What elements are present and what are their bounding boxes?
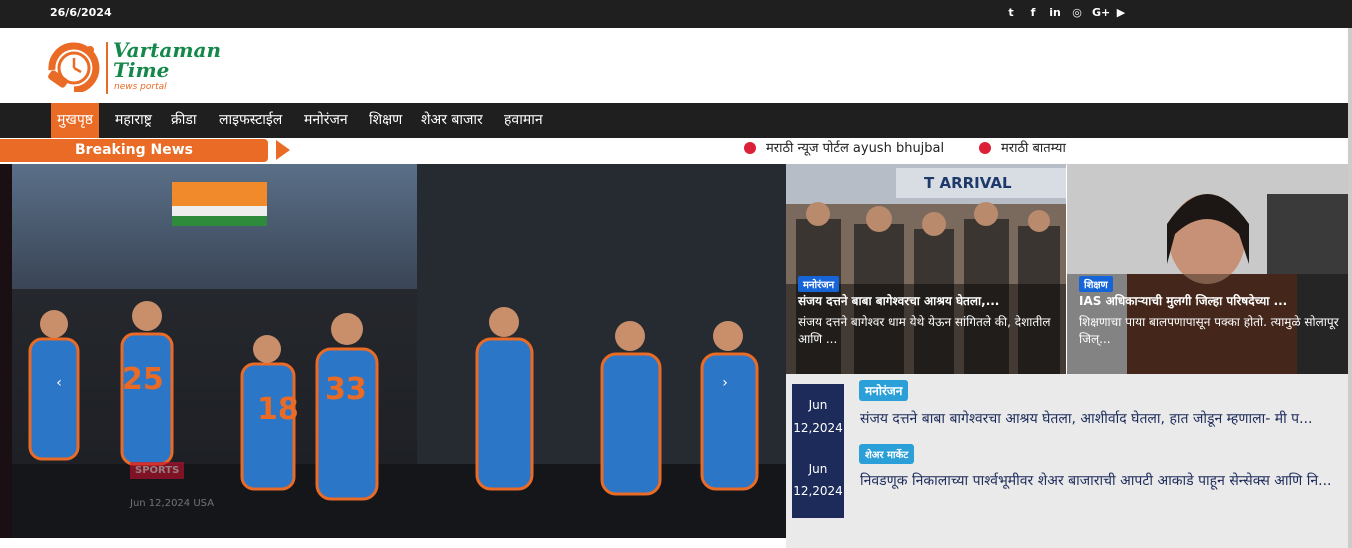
nav-item-maharashtra[interactable]: महाराष्ट्र — [109, 103, 158, 138]
card-title[interactable]: IAS अधिकाऱ्याची मुलगी जिल्हा परिषदेच्या … — [1079, 292, 1287, 309]
instagram-icon[interactable]: ◎ — [1070, 5, 1084, 21]
main-nav: मुखपृष्ठ महाराष्ट्र क्रीडा लाइफस्टाईल मन… — [0, 103, 1348, 138]
list-item-title[interactable]: संजय दत्तने बाबा बागेश्वरचा आश्रय घेतला,… — [860, 408, 1344, 430]
breaking-arrow-icon — [276, 140, 290, 160]
slider-image[interactable]: 25 18 33 — [12, 164, 786, 538]
svg-text:25: 25 — [122, 362, 164, 397]
ticker-item[interactable]: मराठी बातम्या — [979, 140, 1066, 164]
list-item-title[interactable]: निवडणूक निकालाच्या पार्श्वभूमीवर शेअर बा… — [860, 470, 1344, 492]
svg-text:18: 18 — [257, 392, 299, 427]
ticker-item-text[interactable]: मराठी बातम्या — [1001, 141, 1066, 156]
top-bar: 26/6/2024 t f in ◎ G+ ▶ — [0, 0, 1352, 28]
date-column: Jun 12,2024 Jun 12,2024 — [792, 384, 844, 518]
slider-next-button[interactable]: › — [716, 370, 734, 396]
card-category-tag[interactable]: शिक्षण — [1079, 276, 1113, 292]
current-date: 26/6/2024 — [50, 6, 112, 19]
slider-prev-button[interactable]: ‹ — [50, 370, 68, 396]
nav-item-weather[interactable]: हवामान — [498, 103, 549, 138]
twitter-icon[interactable]: t — [1004, 5, 1018, 21]
list-category-tag[interactable]: शेअर मार्केट — [859, 444, 915, 464]
youtube-icon[interactable]: ▶ — [1114, 5, 1128, 21]
social-links: t f in ◎ G+ ▶ — [1004, 5, 1128, 21]
svg-text:T ARRIVAL: T ARRIVAL — [924, 174, 1012, 192]
logo-tagline: news portal — [114, 82, 167, 92]
nav-item-home[interactable]: मुखपृष्ठ — [51, 103, 100, 138]
nav-item-education[interactable]: शिक्षण — [363, 103, 408, 138]
slider-edge — [0, 164, 12, 538]
ticker-item[interactable]: मराठी न्यूज पोर्टल ayush bhujbal — [744, 140, 944, 164]
slider-meta: Jun 12,2024 USA — [130, 498, 215, 509]
ticker-item-text[interactable]: मराठी न्यूज पोर्टल ayush bhujbal — [766, 141, 944, 156]
nav-item-lifestyle[interactable]: लाइफस्टाईल — [213, 103, 288, 138]
breaking-news-label: Breaking News — [0, 139, 268, 162]
card-excerpt: संजय दत्तने बागेश्वर धाम येथे येऊन सांगि… — [798, 315, 1051, 346]
card-excerpt: शिक्षणाचा पाया बालपणापासून पक्का होतो. त… — [1079, 315, 1339, 346]
facebook-icon[interactable]: f — [1026, 5, 1040, 21]
list-category-tag[interactable]: मनोरंजन — [859, 380, 909, 401]
news-card[interactable]: शिक्षण IAS अधिकाऱ्याची मुलगी जिल्हा परिष… — [1067, 164, 1348, 374]
nav-item-sports[interactable]: क्रीडा — [165, 103, 203, 138]
logo-divider — [106, 42, 108, 94]
bullet-dot-icon — [744, 142, 756, 154]
svg-text:33: 33 — [325, 372, 367, 407]
date-month: Jun — [808, 398, 828, 412]
featured-slider[interactable]: 25 18 33 ‹ › SPORTS Jun 12,2024 USA — [0, 164, 786, 538]
linkedin-icon[interactable]: in — [1048, 5, 1062, 21]
logo-title-line1[interactable]: Vartaman — [113, 40, 221, 60]
date-day-year: 12,2024 — [793, 421, 843, 435]
nav-item-share-market[interactable]: शेअर बाजार — [415, 103, 489, 138]
site-header: Vartaman Time news portal — [0, 28, 1352, 103]
card-category-tag[interactable]: मनोरंजन — [798, 276, 840, 292]
date-day-year: 12,2024 — [793, 484, 843, 498]
bullet-dot-icon — [979, 142, 991, 154]
breaking-news-bar: Breaking News मराठी न्यूज पोर्टल ayush b… — [0, 138, 1348, 165]
page-scrollbar[interactable] — [1348, 28, 1352, 548]
google-plus-icon[interactable]: G+ — [1092, 5, 1110, 21]
card-title[interactable]: संजय दत्तने बाबा बागेश्वरचा आश्रय घेतला,… — [798, 292, 999, 309]
news-card[interactable]: T ARRIVAL मनोरंजन संजय दत्तने बाबा बागेश… — [786, 164, 1066, 374]
date-month: Jun — [808, 462, 828, 476]
nav-item-entertainment[interactable]: मनोरंजन — [298, 103, 354, 138]
clock-logo-icon[interactable] — [44, 40, 102, 92]
slider-category-tag[interactable]: SPORTS — [130, 462, 185, 479]
logo-title-line2[interactable]: Time — [113, 60, 169, 80]
